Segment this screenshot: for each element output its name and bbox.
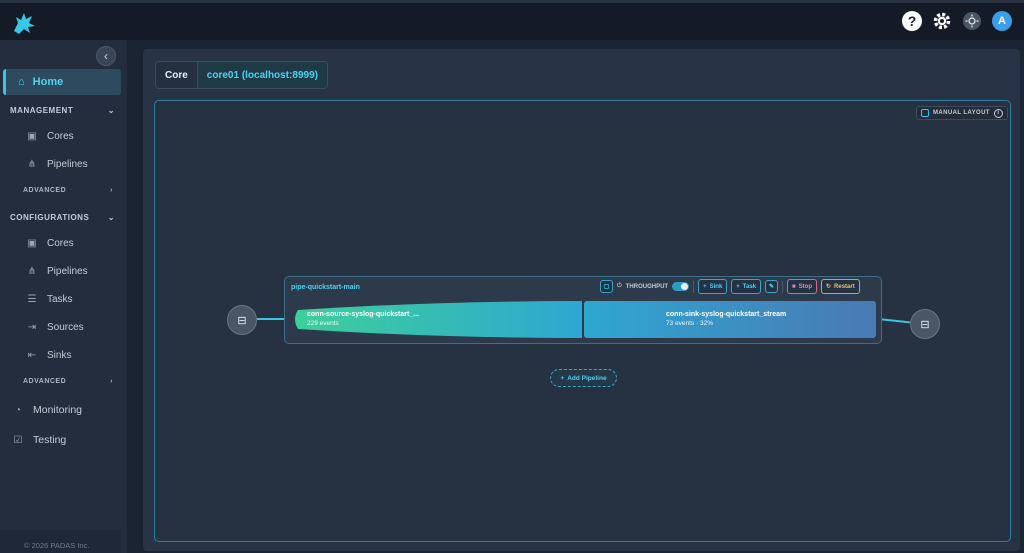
sink-events: 73 events · 32%	[666, 320, 713, 327]
select-pipeline-button[interactable]: ▢	[600, 280, 613, 293]
plus-icon: +	[736, 283, 740, 290]
throughput-toggle[interactable]	[672, 282, 690, 291]
restart-button[interactable]: ↻ Restart	[821, 279, 860, 294]
network-icon: ⊟	[920, 318, 930, 331]
pipeline-toolbar: ▢ ⏻ THROUGHPUT + Sink + Task ✎ ■ Stop ↻ Rest…	[600, 279, 860, 294]
sink-flow[interactable]	[584, 301, 876, 338]
divider	[693, 280, 695, 293]
plus-icon: +	[560, 374, 565, 382]
core-selector[interactable]: Core core01 (localhost:8999)	[155, 61, 328, 89]
core-label: Core	[156, 62, 198, 88]
input-node[interactable]: ⊟	[227, 305, 257, 335]
chip-icon: ▣	[27, 237, 37, 249]
input-connector	[257, 318, 287, 320]
chevron-down-icon: ⌄	[107, 106, 115, 115]
sidebar-item-label: Home	[32, 76, 64, 88]
source-icon: ⇥	[27, 321, 37, 333]
chevron-down-icon: ⌄	[107, 213, 115, 222]
add-pipeline-button[interactable]: + Add Pipeline	[550, 369, 617, 387]
chevron-right-icon: ›	[110, 378, 113, 385]
sink-name: conn-sink-syslog-quickstart_stream	[666, 311, 787, 318]
sink-icon: ⇤	[27, 349, 37, 361]
manual-layout-checkbox[interactable]	[921, 109, 929, 117]
pipeline-name[interactable]: pipe-quickstart-main	[291, 284, 360, 291]
power-icon[interactable]: ⏻	[617, 283, 622, 290]
pencil-icon: ✎	[769, 284, 775, 290]
management-advanced-toggle[interactable]: ADVANCED ›	[23, 187, 113, 194]
collapse-sidebar-button[interactable]: ‹	[96, 46, 116, 66]
restart-icon: ↻	[826, 284, 832, 290]
list-icon: ☰	[27, 293, 37, 305]
copyright-footer: © 2026 PADAS Inc.	[0, 530, 121, 553]
sidebar-item-monitoring[interactable]: ◔ Monitoring	[12, 404, 82, 416]
chevron-right-icon: ›	[110, 187, 113, 194]
padas-logo-icon[interactable]	[10, 9, 38, 37]
edit-pipeline-button[interactable]: ✎	[765, 280, 779, 293]
sidebar-item-config-tasks[interactable]: ☰ Tasks	[26, 293, 73, 305]
divider	[782, 280, 784, 293]
stop-icon: ■	[792, 283, 796, 290]
add-sink-button[interactable]: + Sink	[698, 279, 728, 294]
configurations-section-header[interactable]: CONFIGURATIONS ⌄	[10, 213, 115, 222]
management-section-header[interactable]: MANAGEMENT ⌄	[10, 106, 115, 115]
manual-layout-toggle[interactable]: MANUAL LAYOUT i	[916, 106, 1008, 120]
sidebar-item-management-pipelines[interactable]: ⋔ Pipelines	[26, 158, 88, 170]
sidebar-item-home[interactable]: ⌂ Home	[3, 69, 121, 95]
source-events: 229 events	[307, 320, 339, 327]
network-icon: ⊟	[237, 314, 247, 327]
pipeline-icon: ⋔	[27, 265, 37, 277]
theme-toggle-icon[interactable]	[962, 11, 982, 31]
output-node[interactable]: ⊟	[910, 309, 940, 339]
sidebar-item-config-sources[interactable]: ⇥ Sources	[26, 321, 84, 333]
sidebar-item-config-cores[interactable]: ▣ Cores	[26, 237, 73, 249]
sidebar-item-config-sinks[interactable]: ⇤ Sinks	[26, 349, 72, 361]
add-task-button[interactable]: + Task	[731, 279, 762, 294]
stop-button[interactable]: ■ Stop	[787, 279, 817, 294]
plus-icon: +	[703, 283, 707, 290]
sidebar-item-management-cores[interactable]: ▣ Cores	[26, 130, 73, 142]
pipeline-icon: ⋔	[27, 158, 37, 170]
checklist-icon: ☑	[13, 434, 23, 446]
source-name: conn-source-syslog-quickstart_...	[307, 311, 420, 318]
configurations-advanced-toggle[interactable]: ADVANCED ›	[23, 378, 113, 385]
user-avatar[interactable]: A	[992, 11, 1012, 31]
sidebar-item-config-pipelines[interactable]: ⋔ Pipelines	[26, 265, 88, 277]
sidebar-item-testing[interactable]: ☑ Testing	[12, 434, 67, 446]
gauge-icon: ◔	[14, 404, 22, 416]
info-icon[interactable]: i	[993, 108, 1003, 118]
core-value[interactable]: core01 (localhost:8999)	[197, 62, 327, 88]
help-icon[interactable]: ?	[902, 11, 922, 31]
top-bar: ? A	[0, 0, 1024, 40]
home-icon: ⌂	[18, 76, 25, 88]
chip-icon: ▣	[27, 130, 37, 142]
gear-icon[interactable]	[932, 11, 952, 31]
